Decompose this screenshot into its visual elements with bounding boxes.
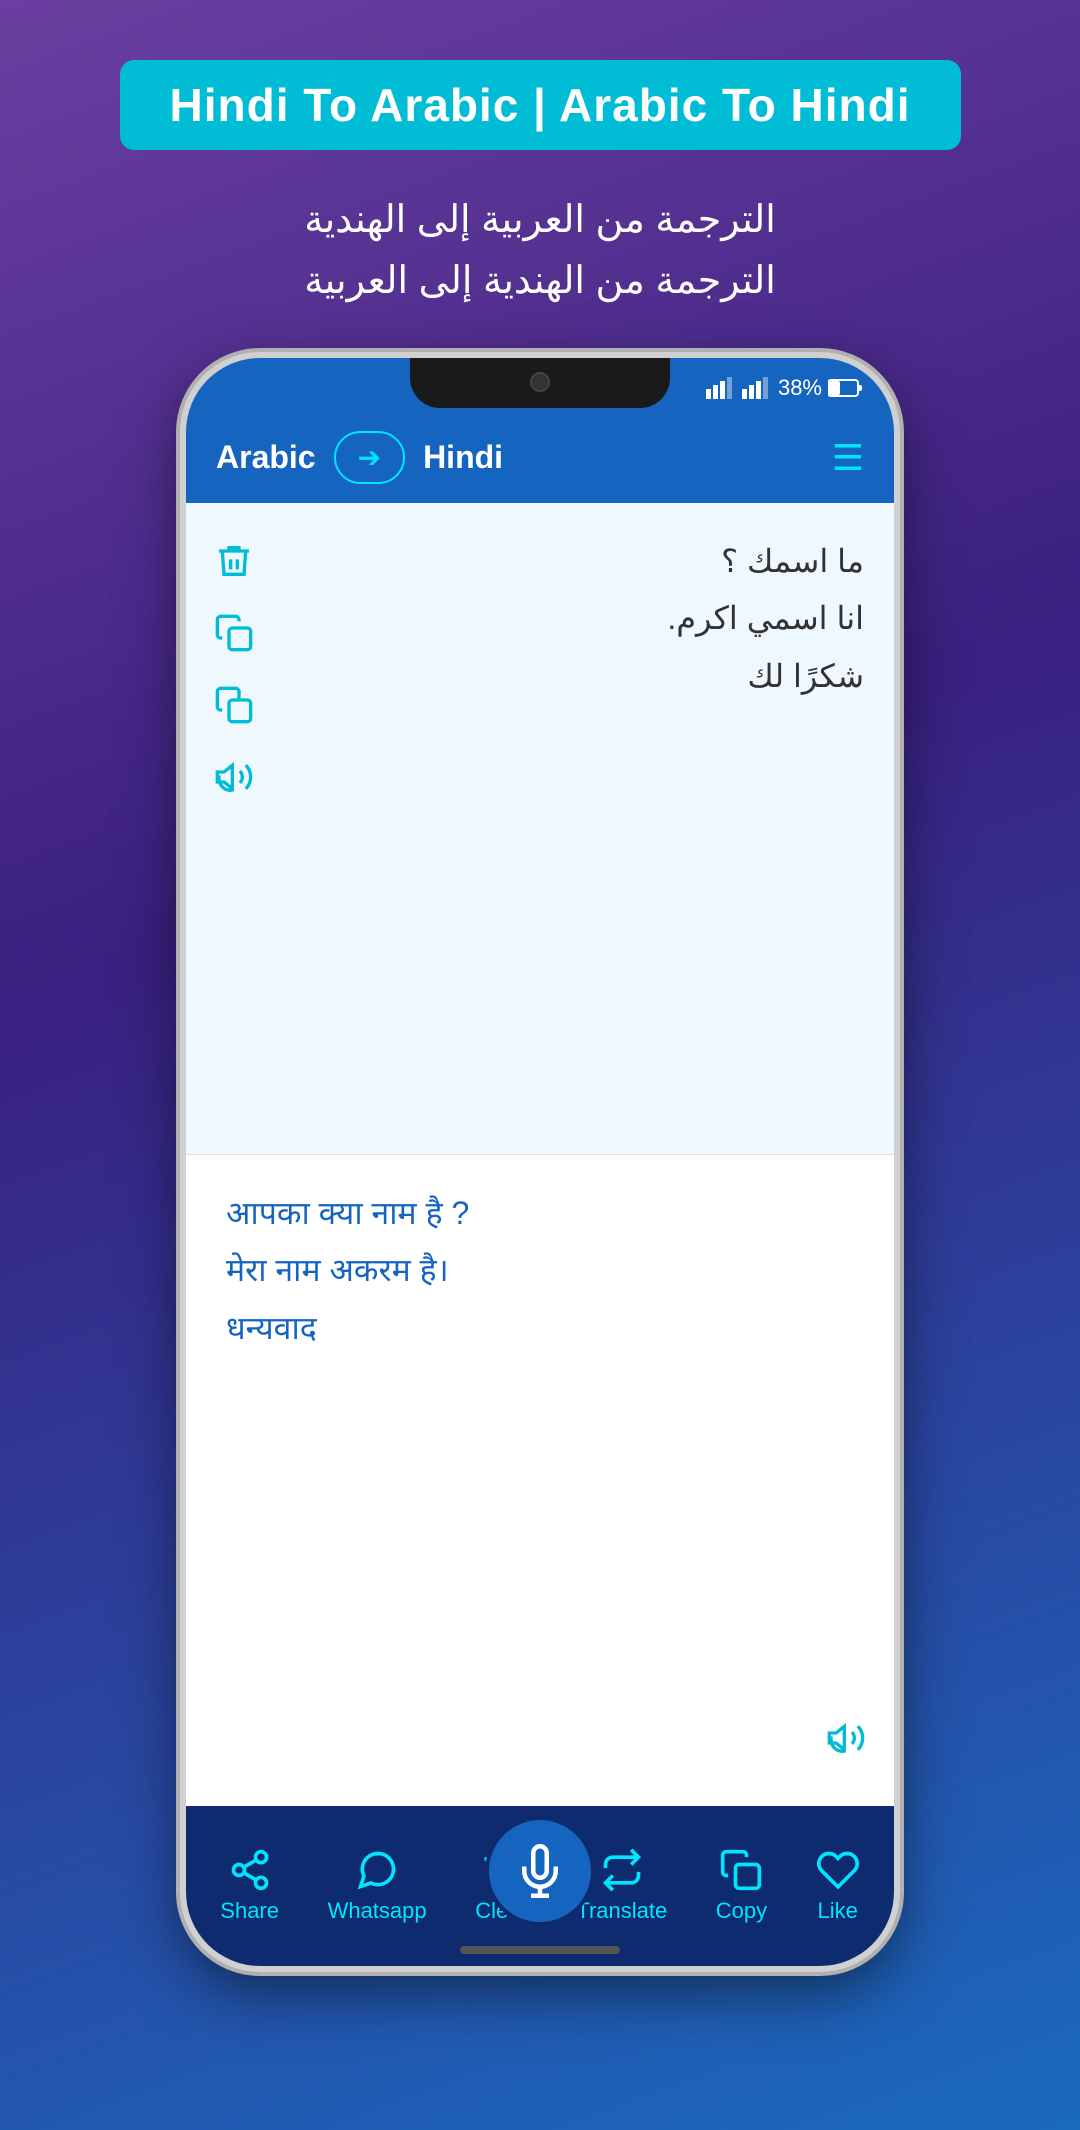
copy-input-button[interactable] [206, 605, 262, 661]
speak-output-button[interactable] [818, 1710, 874, 1766]
like-nav-icon [816, 1848, 860, 1892]
like-nav-item[interactable]: Like [816, 1848, 860, 1924]
copy-icon [214, 613, 254, 653]
share-nav-item[interactable]: Share [220, 1848, 279, 1924]
output-panel: आपका क्या नाम है ? मेरा नाम अकरम है। धन्… [186, 1155, 894, 1806]
signal-icon [706, 377, 736, 399]
signal-icon-2 [742, 377, 772, 399]
app-bar: Arabic ➔ Hindi ☰ [186, 413, 894, 503]
copy-nav-icon [719, 1848, 763, 1892]
megaphone-output-icon [826, 1718, 866, 1758]
whatsapp-nav-label: Whatsapp [328, 1898, 427, 1924]
header-title: Hindi To Arabic | Arabic To Hindi [120, 60, 961, 150]
battery-text: 38% [778, 375, 822, 401]
battery-icon [828, 378, 864, 398]
delete-button[interactable] [206, 533, 262, 589]
input-panel: ما اسمك ؟ انا اسمي اكرم. شكرًا لك [186, 503, 894, 1155]
status-icons: 38% [706, 375, 864, 401]
whatsapp-nav-item[interactable]: Whatsapp [328, 1848, 427, 1924]
share-icon [214, 685, 254, 725]
bottom-nav: Share Whatsapp Clear [186, 1806, 894, 1966]
like-nav-label: Like [818, 1898, 858, 1924]
share-input-button[interactable] [206, 677, 262, 733]
mic-button[interactable] [485, 1816, 595, 1926]
arabic-input-text[interactable]: ما اسمك ؟ انا اسمي اكرم. شكرًا لك [272, 523, 884, 1134]
home-indicator [460, 1946, 620, 1954]
menu-button[interactable]: ☰ [832, 440, 864, 476]
content-area: ما اسمك ؟ انا اسمي اكرم. شكرًا لك आपका क… [186, 503, 894, 1806]
camera [530, 372, 550, 392]
lang-switch: Arabic ➔ Hindi [216, 431, 503, 484]
megaphone-icon [214, 757, 254, 797]
translate-nav-label: Translate [576, 1898, 667, 1924]
copy-nav-label: Copy [716, 1898, 767, 1924]
translate-nav-icon [600, 1848, 644, 1892]
notch [410, 358, 670, 408]
arrow-right-icon: ➔ [358, 441, 381, 474]
lang-from-label: Arabic [216, 439, 316, 476]
lang-to-label: Hindi [423, 439, 503, 476]
trash-icon [214, 541, 254, 581]
copy-nav-item[interactable]: Copy [716, 1848, 767, 1924]
subtitle: الترجمة من العربية إلى الهندية الترجمة م… [304, 190, 776, 312]
whatsapp-nav-icon [355, 1848, 399, 1892]
input-icons [196, 523, 272, 1134]
share-nav-label: Share [220, 1898, 279, 1924]
speak-input-button[interactable] [206, 749, 262, 805]
swap-language-button[interactable]: ➔ [334, 431, 405, 484]
share-nav-icon [228, 1848, 272, 1892]
mic-icon [513, 1844, 567, 1898]
phone-frame: 38% Arabic ➔ Hindi ☰ [180, 352, 900, 1972]
output-icons [808, 1175, 884, 1786]
hindi-output-text: आपका क्या नाम है ? मेरा नाम अकरम है। धन्… [206, 1175, 808, 1786]
phone-wrapper: 38% Arabic ➔ Hindi ☰ [180, 352, 900, 1972]
